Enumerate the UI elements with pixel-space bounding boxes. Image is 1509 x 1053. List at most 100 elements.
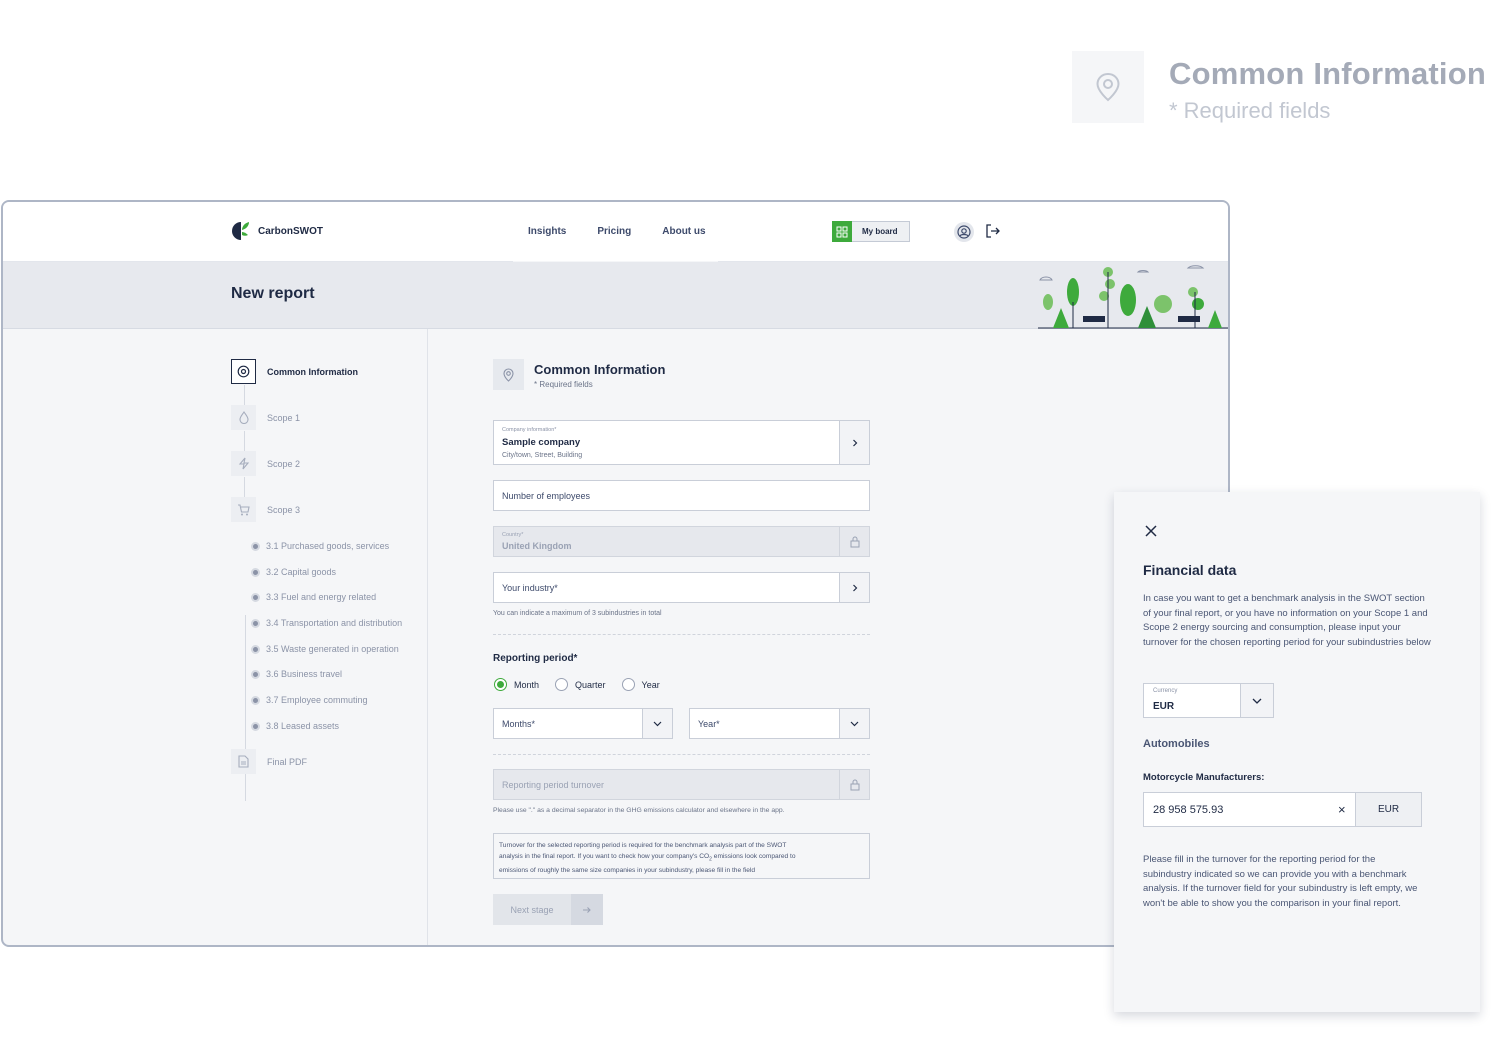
step-label: Scope 3: [267, 504, 301, 515]
nav-link-about[interactable]: About us: [662, 226, 705, 237]
step-label: Scope 1: [267, 412, 301, 423]
input-placeholder: Number of employees: [502, 491, 591, 501]
panel-footer-text: Please fill in the turnover for the repo…: [1143, 854, 1418, 909]
divider: [493, 754, 870, 755]
step-scope-3[interactable]: Scope 3: [231, 497, 300, 522]
panel-title: Financial data: [1143, 562, 1237, 578]
currency-label: Currency: [1153, 688, 1178, 694]
radio-month[interactable]: Month: [494, 678, 539, 691]
radio-circle: [494, 678, 507, 691]
scope3-item-7[interactable]: 3.7 Employee commuting: [251, 695, 368, 705]
scope3-item-1[interactable]: 3.1 Purchased goods, services: [251, 541, 389, 551]
status-dot: [251, 669, 260, 679]
step-scope-1[interactable]: Scope 1: [231, 405, 300, 430]
status-dot: [251, 721, 260, 731]
location-pin-icon: [493, 359, 524, 390]
hero-subtitle: * Required fields: [1169, 98, 1331, 123]
subindustry-turnover-input[interactable]: 28 958 575.93 × EUR: [1143, 792, 1422, 827]
radio-quarter[interactable]: Quarter: [555, 678, 606, 691]
arrow-right-icon: [571, 894, 603, 925]
grid-icon: [832, 221, 852, 242]
radio-year[interactable]: Year: [621, 678, 660, 691]
employees-input[interactable]: Number of employees: [493, 480, 870, 511]
step-scope-2[interactable]: Scope 2: [231, 451, 300, 476]
steps-sidebar: [3, 329, 428, 945]
user-avatar-icon[interactable]: [954, 222, 974, 242]
page-banner: New report: [3, 262, 1228, 329]
trees-illustration: [1038, 265, 1228, 329]
brand-name: CarbonSWOT: [258, 225, 323, 237]
scope3-item-3[interactable]: 3.3 Fuel and energy related: [251, 592, 376, 602]
turnover-info-box: Turnover for the selected reporting peri…: [493, 833, 870, 879]
field-label: Country*: [502, 532, 524, 538]
status-dot: [251, 541, 260, 551]
step-final-pdf[interactable]: Final PDF: [231, 749, 307, 774]
chevron-down-icon: [1240, 684, 1273, 717]
scope3-item-4[interactable]: 3.4 Transportation and distribution: [251, 618, 402, 628]
country-value: United Kingdom: [502, 541, 572, 551]
year-select[interactable]: Year*: [689, 708, 870, 739]
divider: [493, 634, 870, 635]
industry-hint: You can indicate a maximum of 3 subindus…: [493, 610, 662, 617]
status-dot: [251, 567, 260, 577]
currency-value: EUR: [1153, 701, 1175, 712]
chevron-down-icon: [839, 709, 869, 738]
clear-icon[interactable]: ×: [1338, 802, 1346, 817]
chevron-right-icon[interactable]: [839, 421, 869, 464]
status-dot: [251, 618, 260, 628]
currency-select[interactable]: Currency EUR: [1143, 683, 1274, 718]
reporting-period-title: Reporting period*: [493, 653, 578, 664]
close-icon[interactable]: [1144, 524, 1158, 543]
required-note: * Required fields: [534, 380, 593, 389]
industry-name: Automobiles: [1143, 738, 1210, 750]
scope3-item-5[interactable]: 3.5 Waste generated in operation: [251, 644, 399, 654]
location-pin-icon: [231, 359, 256, 384]
lock-icon: [839, 527, 869, 556]
lightning-icon: [231, 451, 256, 476]
country-field: Country* United Kingdom: [493, 526, 870, 557]
turnover-currency: EUR: [1355, 793, 1421, 826]
step-label: Final PDF: [267, 756, 308, 767]
field-label: Company information*: [502, 427, 557, 433]
chevron-down-icon: [642, 709, 672, 738]
input-placeholder: Your industry*: [502, 583, 558, 593]
input-placeholder: Reporting period turnover: [502, 780, 605, 790]
my-board-button[interactable]: My board: [832, 221, 910, 242]
logout-icon[interactable]: [985, 223, 1001, 244]
decimal-hint: Please use "." as a decimal separator in…: [493, 807, 785, 814]
lock-icon: [839, 770, 869, 799]
radio-circle: [621, 678, 635, 691]
hero-title: Common Information: [1169, 56, 1487, 91]
step-common-information[interactable]: Common Information: [231, 359, 358, 384]
industry-field[interactable]: Your industry*: [493, 572, 870, 603]
status-dot: [251, 592, 260, 602]
form-title: Common Information: [534, 362, 666, 377]
chevron-right-icon[interactable]: [839, 573, 869, 602]
app-window: CarbonSWOT Insights Pricing About us My …: [1, 200, 1230, 947]
pdf-file-icon: [231, 749, 256, 774]
months-select[interactable]: Months*: [493, 708, 673, 739]
scope3-item-2[interactable]: 3.2 Capital goods: [251, 567, 336, 577]
radio-circle: [555, 678, 569, 691]
company-address: City/town, Street, Building: [502, 452, 583, 459]
drop-icon: [231, 405, 256, 430]
company-information-field[interactable]: Company information* Sample company City…: [493, 420, 870, 465]
turnover-value: 28 958 575.93: [1153, 804, 1224, 816]
next-stage-label: Next stage: [510, 904, 554, 915]
scope3-item-6[interactable]: 3.6 Business travel: [251, 669, 342, 679]
panel-description: In case you want to get a benchmark anal…: [1143, 593, 1431, 648]
page-title: New report: [231, 285, 315, 302]
location-pin-icon: [1072, 51, 1144, 123]
next-stage-button[interactable]: Next stage: [493, 894, 603, 925]
top-nav: CarbonSWOT Insights Pricing About us My …: [3, 202, 1228, 263]
financial-data-panel: Financial data In case you want to get a…: [1114, 492, 1480, 1012]
status-dot: [251, 695, 260, 705]
nav-link-pricing[interactable]: Pricing: [597, 226, 631, 237]
select-placeholder: Months*: [502, 719, 536, 729]
brand-logo[interactable]: CarbonSWOT: [231, 221, 323, 241]
nav-link-insights[interactable]: Insights: [528, 226, 566, 237]
scope3-item-8[interactable]: 3.8 Leased assets: [251, 721, 339, 731]
company-name: Sample company: [502, 437, 581, 448]
nav-links: Insights Pricing About us: [528, 226, 706, 237]
subindustry-name: Motorcycle Manufacturers:: [1143, 772, 1265, 783]
